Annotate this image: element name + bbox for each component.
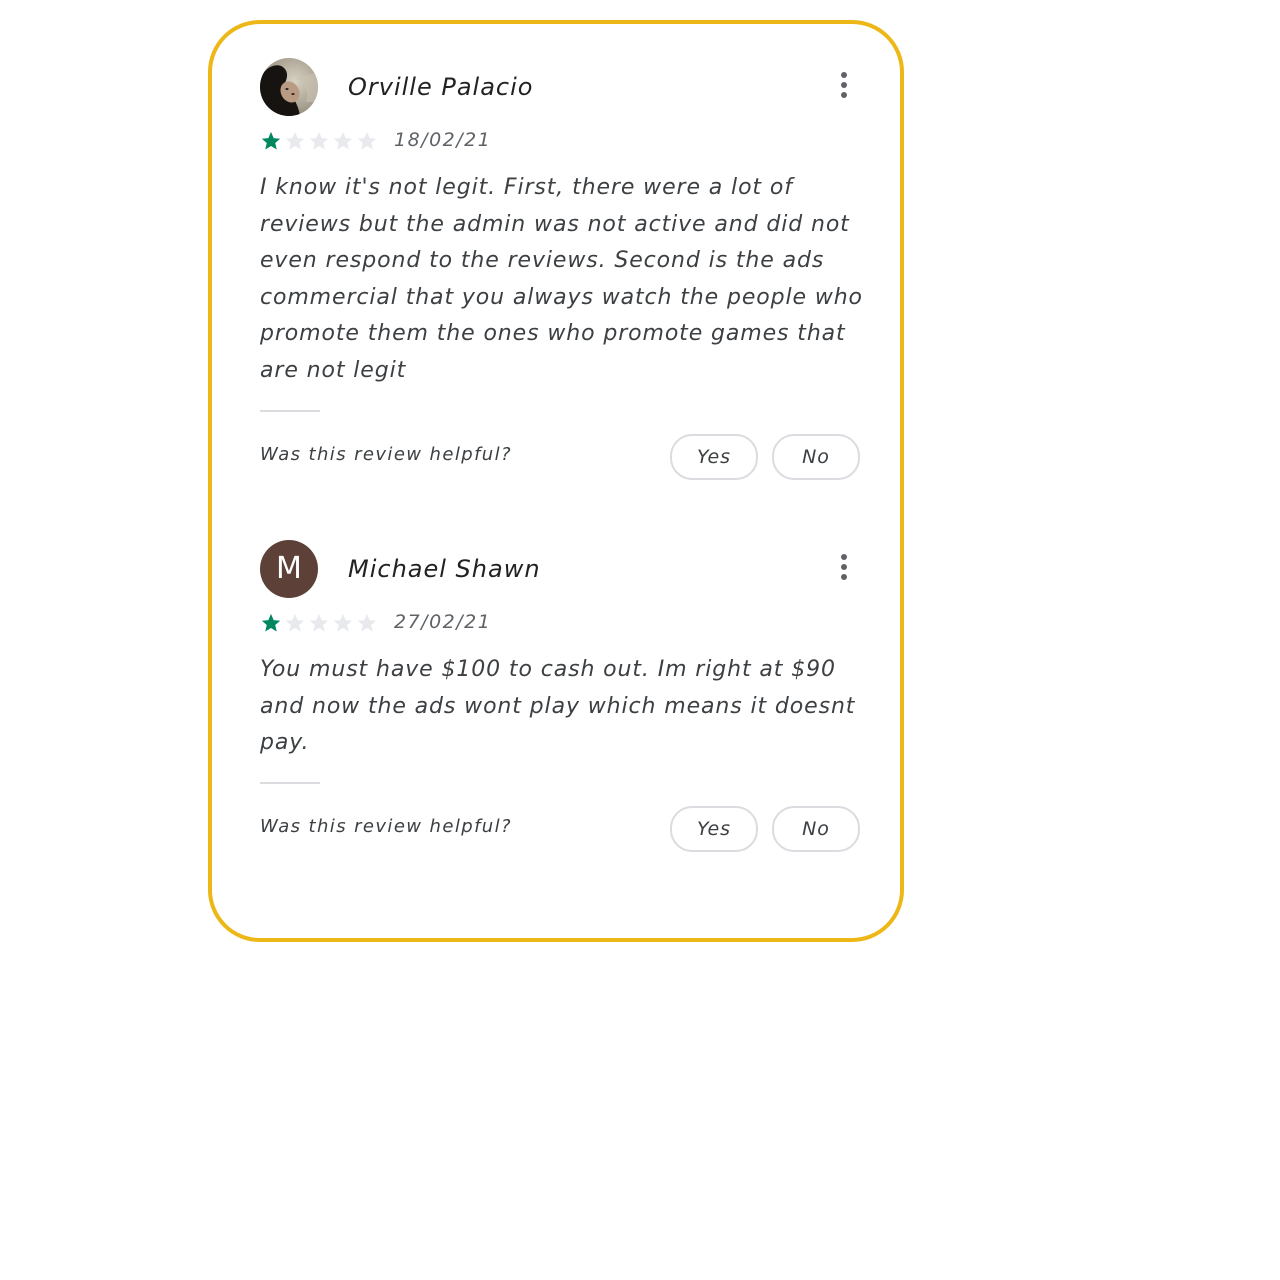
star-empty-icon: [285, 131, 305, 150]
helpful-row: Was this review helpful? Yes No: [260, 805, 860, 852]
user-photo-icon: [260, 58, 318, 116]
star-empty-icon: [333, 131, 353, 150]
helpful-yes-button[interactable]: Yes: [670, 433, 758, 480]
reviews-card: Orville Palacio 18/02/21 I know it's not…: [208, 20, 904, 942]
helpful-no-button[interactable]: No: [772, 805, 860, 852]
star-empty-icon: [309, 613, 329, 632]
rating-row: 18/02/21: [260, 128, 860, 156]
star-empty-icon: [333, 613, 353, 632]
divider: [260, 409, 320, 412]
star-empty-icon: [357, 613, 377, 632]
star-empty-icon: [357, 131, 377, 150]
helpful-row: Was this review helpful? Yes No: [260, 433, 860, 480]
avatar: [260, 58, 318, 116]
star-filled-icon: [261, 131, 281, 150]
avatar: M: [260, 540, 318, 598]
review-header: M Michael Shawn: [260, 540, 860, 600]
star-empty-icon: [285, 613, 305, 632]
review-text: You must have $100 to cash out. Im right…: [260, 657, 856, 756]
reviewer-name: Orville Palacio: [348, 73, 534, 101]
helpful-no-button[interactable]: No: [772, 433, 860, 480]
review-date: 27/02/21: [394, 611, 492, 633]
helpful-prompt: Was this review helpful?: [260, 815, 512, 837]
more-vert-icon[interactable]: [834, 554, 854, 586]
star-filled-icon: [261, 613, 281, 632]
helpful-yes-button[interactable]: Yes: [670, 805, 758, 852]
star-empty-icon: [309, 131, 329, 150]
star-rating: [260, 130, 380, 154]
star-rating: [260, 612, 380, 636]
rating-row: 27/02/21: [260, 610, 860, 638]
more-vert-icon[interactable]: [834, 72, 854, 104]
reviewer-name: Michael Shawn: [348, 555, 541, 583]
review-item: Orville Palacio 18/02/21 I know it's not…: [260, 58, 862, 480]
helpful-prompt: Was this review helpful?: [260, 443, 512, 465]
review-text: I know it's not legit. First, there were…: [260, 175, 863, 383]
divider: [260, 781, 320, 784]
review-date: 18/02/21: [394, 129, 492, 151]
review-item: M Michael Shawn 27/02/21 You must have $…: [260, 540, 860, 852]
review-header: Orville Palacio: [260, 58, 860, 118]
